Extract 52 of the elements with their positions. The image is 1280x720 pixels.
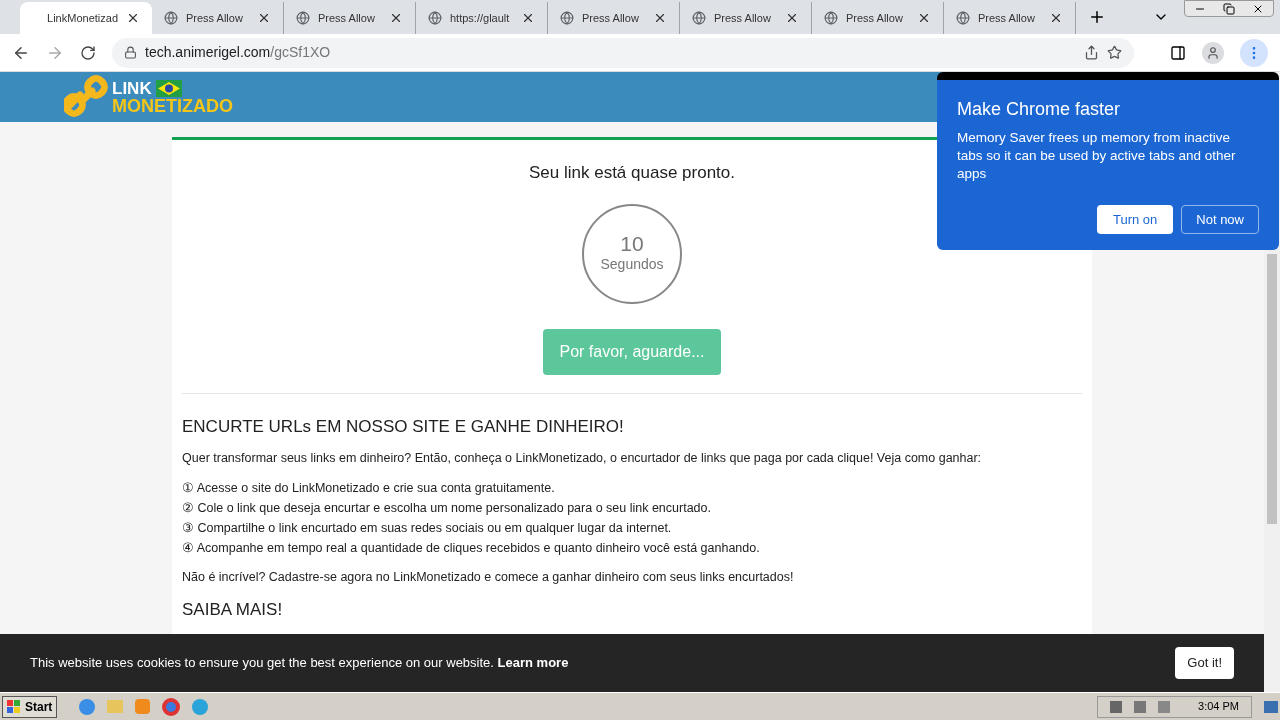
tab-title: Press Allow [978,10,1036,26]
step-text: ④ Acompanhe em tempo real a quantidade de cliques recebidos e quanto dinheiro você está ganhando. [182,539,761,557]
popup-body: Memory Saver frees up memory from inactive tabs so it can be used by active tabs and other apps [957,129,1237,183]
step-text: ③ Compartilhe o link encurtado em suas redes sociais ou em qualquer lugar da internet. [182,519,673,537]
chain-link-icon [64,75,108,119]
countdown-unit: Segundos [600,254,664,274]
close-icon[interactable] [785,11,799,25]
popup-title: Make Chrome faster [957,98,1122,121]
new-tab-icon[interactable] [1088,8,1106,26]
clock-time: 3:04 PM [1198,699,1239,715]
article-subtitle: SAIBA MAIS! [182,598,284,621]
side-panel-icon[interactable] [1170,44,1186,61]
article-title: ENCURTE URLs EM NOSSO SITE E GANHE DINHEIRO! [182,415,625,438]
learn-more-link[interactable]: Learn more [497,655,569,671]
reload-icon[interactable] [80,44,96,61]
tab-title: https://glault [450,10,511,26]
not-now-button[interactable]: Not now [1181,205,1259,234]
restore-icon[interactable] [1223,2,1235,15]
windows-logo-icon [7,699,21,714]
close-icon[interactable] [653,11,667,25]
url-text: tech.animerigel.com/gcSf1XO [145,43,332,62]
article-paragraph: Não é incrível? Cadastre-se agora no LinkMonetizado e comece a ganhar dinheiro com seus links encurtados! [182,568,795,586]
lock-icon [124,46,137,59]
profile-icon[interactable] [1202,41,1224,64]
close-icon[interactable] [126,11,140,25]
browser-tab[interactable]: LinkMonetizad [20,2,152,34]
close-icon[interactable] [257,11,271,25]
got-it-button[interactable]: Got it! [1175,647,1234,679]
card-heading: Seu link está quase pronto. [529,162,735,184]
tab-title: Press Allow [582,10,640,26]
logo-text: LINK [112,79,152,97]
brazil-flag-icon [155,79,182,97]
star-icon[interactable] [1107,45,1122,60]
tab-title: LinkMonetizad [47,10,118,26]
step-text: ② Cole o link que deseja encurtar e escolha um nome personalizado para o seu link encurtado. [182,499,712,517]
start-button[interactable]: Start [2,695,58,718]
share-icon[interactable] [1084,45,1099,60]
cookie-message: This website uses cookies to ensure you get the best experience on our website. Learn more [30,654,570,673]
close-icon[interactable] [521,11,535,25]
article-paragraph: Quer transformar seus links em dinheiro? Então, conheça o LinkMonetizado, o encurtador de links que paga por cada clique! Veja como ganhar: [182,450,983,467]
tab-title: Press Allow [318,10,376,26]
logo-text: MONETIZADO [112,96,233,115]
close-icon[interactable] [917,11,931,25]
tab-title: Press Allow [714,10,772,26]
turn-on-button[interactable]: Turn on [1096,205,1174,234]
countdown-number: 10 [620,232,644,254]
tab-title: Press Allow [846,10,904,26]
address-bar[interactable]: tech.animerigel.com/gcSf1XO [112,37,1134,68]
close-icon[interactable] [389,11,403,25]
step-text: ① Acesse o site do LinkMonetizado e crie sua conta gratuitamente. [182,479,556,497]
tab-title: Press Allow [186,10,244,26]
close-icon[interactable] [1049,11,1063,25]
